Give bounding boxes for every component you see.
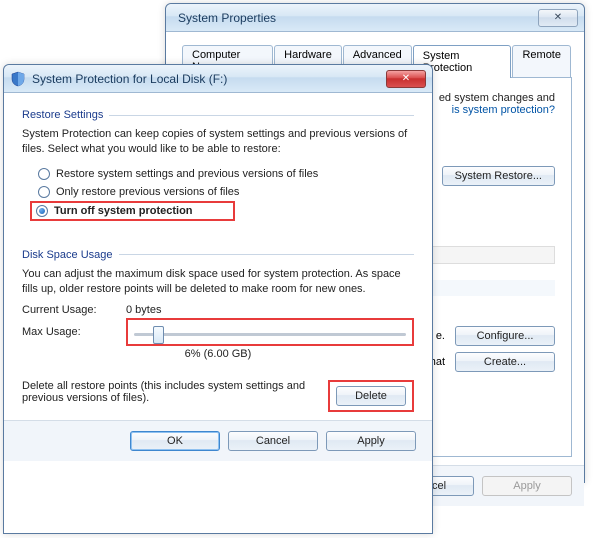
ok-button[interactable]: OK: [130, 431, 220, 451]
max-usage-slider[interactable]: [134, 324, 406, 344]
system-properties-title: System Properties: [172, 11, 538, 25]
max-usage-value: 6% (6.00 GB): [22, 348, 414, 360]
slider-thumb-icon[interactable]: [153, 326, 164, 344]
dialog-buttons: OK Cancel Apply: [4, 420, 432, 461]
create-button[interactable]: Create...: [455, 352, 555, 372]
cancel-button[interactable]: Cancel: [228, 431, 318, 451]
radio-turn-off-protection[interactable]: Turn off system protection: [30, 201, 235, 221]
system-restore-button[interactable]: System Restore...: [442, 166, 555, 186]
current-usage-row: Current Usage: 0 bytes: [22, 304, 414, 316]
close-icon[interactable]: ✕: [386, 70, 426, 88]
radio-restore-settings-and-versions[interactable]: Restore system settings and previous ver…: [36, 165, 414, 183]
radio-icon: [38, 186, 50, 198]
current-usage-value: 0 bytes: [126, 304, 161, 316]
restore-settings-desc: System Protection can keep copies of sys…: [22, 127, 414, 157]
what-is-system-protection-link[interactable]: is system protection?: [452, 104, 555, 116]
radio-label: Only restore previous versions of files: [56, 186, 239, 198]
delete-button[interactable]: Delete: [336, 386, 406, 406]
delete-restore-points-row: Delete all restore points (this includes…: [22, 380, 414, 412]
configure-button[interactable]: Configure...: [455, 326, 555, 346]
current-usage-label: Current Usage:: [22, 304, 112, 316]
radio-restore-versions-only[interactable]: Only restore previous versions of files: [36, 183, 414, 201]
delete-desc: Delete all restore points (this includes…: [22, 380, 314, 404]
system-protection-dialog: System Protection for Local Disk (F:) ✕ …: [3, 64, 433, 534]
restore-settings-header: Restore Settings: [22, 109, 414, 121]
max-usage-label: Max Usage:: [22, 326, 112, 338]
close-icon[interactable]: ✕: [538, 9, 578, 27]
radio-icon: [36, 205, 48, 217]
radio-icon: [38, 168, 50, 180]
dialog-title: System Protection for Local Disk (F:): [26, 72, 386, 86]
shield-icon: [10, 71, 26, 87]
max-usage-row: Max Usage:: [22, 322, 414, 342]
system-properties-titlebar: System Properties ✕: [166, 4, 584, 32]
disk-space-desc: You can adjust the maximum disk space us…: [22, 267, 414, 297]
radio-label: Turn off system protection: [54, 205, 193, 217]
dialog-titlebar: System Protection for Local Disk (F:) ✕: [4, 65, 432, 93]
apply-button[interactable]: Apply: [326, 431, 416, 451]
radio-label: Restore system settings and previous ver…: [56, 168, 318, 180]
sp-apply-button: Apply: [482, 476, 572, 496]
desc-fragment: ed system changes and: [439, 92, 555, 104]
tab-remote[interactable]: Remote: [512, 45, 571, 78]
restore-radio-group: Restore system settings and previous ver…: [36, 165, 414, 221]
disk-space-header: Disk Space Usage: [22, 249, 414, 261]
